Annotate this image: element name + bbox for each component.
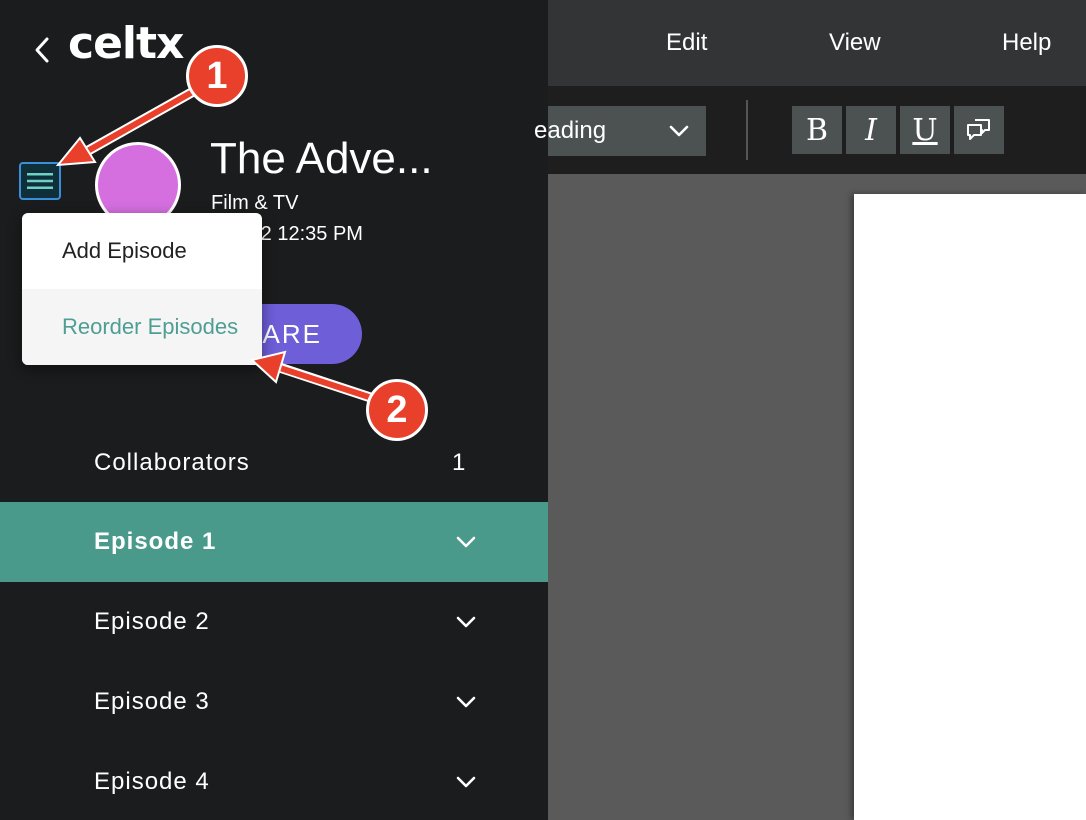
- project-menu-button[interactable]: [19, 162, 61, 200]
- sidebar-item-episode-1[interactable]: Episode 1: [0, 502, 548, 582]
- bold-icon: B: [805, 112, 829, 148]
- underline-button[interactable]: U: [900, 106, 950, 154]
- format-toolbar: eading B I U: [534, 86, 1086, 174]
- annotation-badge-1: 1: [186, 45, 248, 107]
- add-episode-menu-item[interactable]: Add Episode: [22, 213, 262, 289]
- italic-icon: I: [865, 112, 877, 148]
- toolbar-divider: [746, 100, 748, 160]
- menu-edit[interactable]: Edit: [666, 29, 707, 57]
- share-button-label: ARE: [262, 318, 322, 349]
- collaborators-label: Collaborators: [94, 449, 250, 476]
- chevron-down-icon[interactable]: [455, 530, 477, 554]
- menu-view[interactable]: View: [829, 29, 881, 57]
- episode-label: Episode 1: [94, 528, 217, 555]
- chevron-down-icon[interactable]: [455, 610, 477, 634]
- project-title: The Adve...: [210, 134, 433, 183]
- sidebar-item-collaborators[interactable]: Collaborators 1: [0, 423, 548, 503]
- project-menu-dropdown: Add Episode Reorder Episodes: [22, 213, 262, 365]
- chevron-down-icon[interactable]: [455, 770, 477, 794]
- script-page[interactable]: [854, 194, 1086, 820]
- underline-icon: U: [912, 112, 938, 148]
- sidebar: celtx The Adve... Film & TV 10 | 22 12:3…: [0, 0, 548, 820]
- menu-help[interactable]: Help: [1002, 29, 1051, 57]
- comment-icon: [967, 119, 990, 140]
- episode-label: Episode 2: [94, 608, 210, 635]
- episode-label: Episode 3: [94, 688, 210, 715]
- chevron-down-icon[interactable]: [455, 690, 477, 714]
- sidebar-item-episode-2[interactable]: Episode 2: [0, 582, 548, 662]
- element-style-value: eading: [534, 117, 607, 144]
- collaborators-count: 1: [452, 449, 467, 476]
- episode-label: Episode 4: [94, 768, 210, 795]
- comment-button[interactable]: [954, 106, 1004, 154]
- annotation-badge-2: 2: [366, 379, 428, 441]
- reorder-episodes-menu-item[interactable]: Reorder Episodes: [22, 289, 262, 365]
- chevron-down-icon: [669, 125, 689, 137]
- project-type: Film & TV: [211, 192, 299, 214]
- back-button[interactable]: [30, 30, 54, 70]
- chevron-left-icon: [35, 37, 49, 63]
- sidebar-item-episode-3[interactable]: Episode 3: [0, 662, 548, 742]
- menu-bar: Edit View Help: [548, 0, 1086, 86]
- hamburger-icon: [27, 173, 53, 189]
- bold-button[interactable]: B: [792, 106, 842, 154]
- italic-button[interactable]: I: [846, 106, 896, 154]
- celtx-logo: celtx: [68, 18, 184, 69]
- sidebar-item-episode-4[interactable]: Episode 4: [0, 742, 548, 820]
- editor-workspace: [548, 174, 1086, 820]
- element-style-select[interactable]: eading: [534, 106, 706, 156]
